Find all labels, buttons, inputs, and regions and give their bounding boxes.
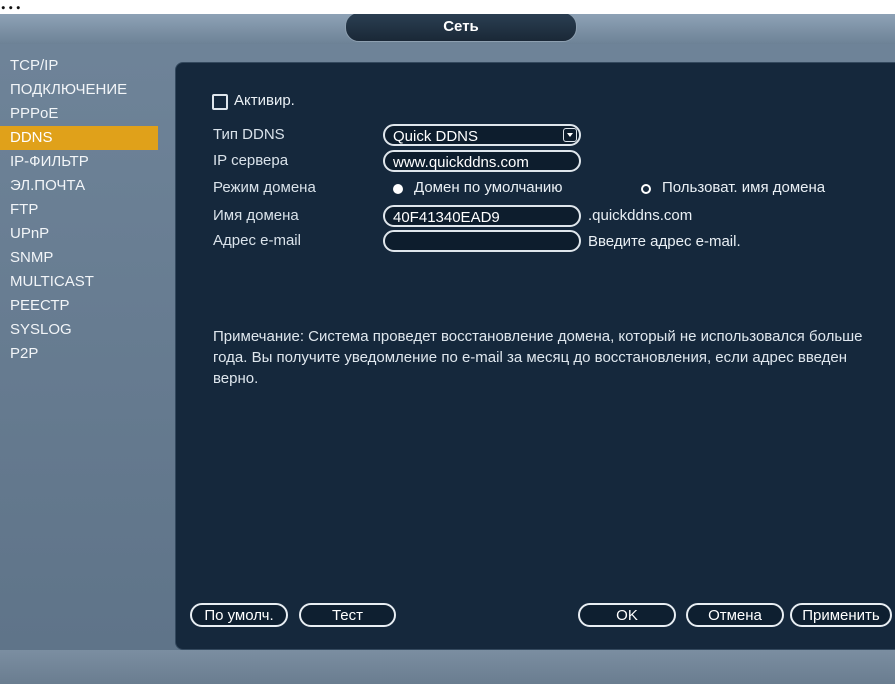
sidebar-item-registry[interactable]: РЕЕСТР (0, 294, 158, 318)
title-bar: Сеть (0, 14, 895, 44)
ddns-note: Примечание: Система проведет восстановле… (213, 328, 863, 387)
radio-default-domain-label: Домен по умолчанию (414, 179, 563, 196)
test-button[interactable]: Тест (299, 603, 396, 627)
sidebar-item-ftp[interactable]: FTP (0, 198, 158, 222)
ok-button[interactable]: OK (578, 603, 676, 627)
server-ip-label: IP сервера (213, 152, 289, 169)
email-label: Адрес e-mail (213, 232, 301, 249)
bottom-bar (0, 650, 895, 684)
document-top-text: ... (0, 0, 23, 14)
email-hint: Введите адрес e-mail. (588, 233, 741, 250)
sidebar-item-upnp[interactable]: UPnP (0, 222, 158, 246)
domain-name-input[interactable]: 40F41340EAD9 (383, 205, 581, 227)
dvr-screen: Сеть TCP/IP ПОДКЛЮЧЕНИЕ PPPoE DDNS IP-ФИ… (0, 14, 895, 684)
ddns-type-value: Quick DDNS (393, 128, 479, 145)
enable-checkbox[interactable] (212, 94, 228, 110)
radio-custom-domain-label: Пользоват. имя домена (662, 179, 826, 196)
sidebar-item-pppoe[interactable]: PPPoE (0, 102, 158, 126)
cancel-button[interactable]: Отмена (686, 603, 784, 627)
sidebar-item-snmp[interactable]: SNMP (0, 246, 158, 270)
sidebar: TCP/IP ПОДКЛЮЧЕНИЕ PPPoE DDNS IP-ФИЛЬТР … (0, 54, 160, 634)
sidebar-item-p2p[interactable]: P2P (0, 342, 158, 366)
sidebar-item-ddns[interactable]: DDNS (0, 126, 158, 150)
document-edge: ... (0, 0, 895, 14)
chevron-down-icon (563, 128, 577, 142)
ddns-type-select[interactable]: Quick DDNS (383, 124, 581, 146)
radio-custom-domain[interactable] (641, 184, 651, 194)
sidebar-item-connection[interactable]: ПОДКЛЮЧЕНИЕ (0, 78, 158, 102)
sidebar-item-tcpip[interactable]: TCP/IP (0, 54, 158, 78)
sidebar-item-multicast[interactable]: MULTICAST (0, 270, 158, 294)
sidebar-item-ip-filter[interactable]: IP-ФИЛЬТР (0, 150, 158, 174)
domain-mode-label: Режим домена (213, 179, 316, 196)
sidebar-item-email[interactable]: ЭЛ.ПОЧТА (0, 174, 158, 198)
domain-suffix: .quickddns.com (588, 207, 693, 224)
window-title: Сеть (345, 14, 577, 42)
apply-button[interactable]: Применить (790, 603, 892, 627)
sidebar-item-syslog[interactable]: SYSLOG (0, 318, 158, 342)
email-input[interactable] (383, 230, 581, 252)
ddns-type-label: Тип DDNS (213, 126, 285, 143)
default-button[interactable]: По умолч. (190, 603, 288, 627)
enable-label: Активир. (234, 92, 295, 109)
domain-name-label: Имя домена (213, 207, 299, 224)
radio-default-domain[interactable] (393, 184, 403, 194)
server-ip-input[interactable]: www.quickddns.com (383, 150, 581, 172)
